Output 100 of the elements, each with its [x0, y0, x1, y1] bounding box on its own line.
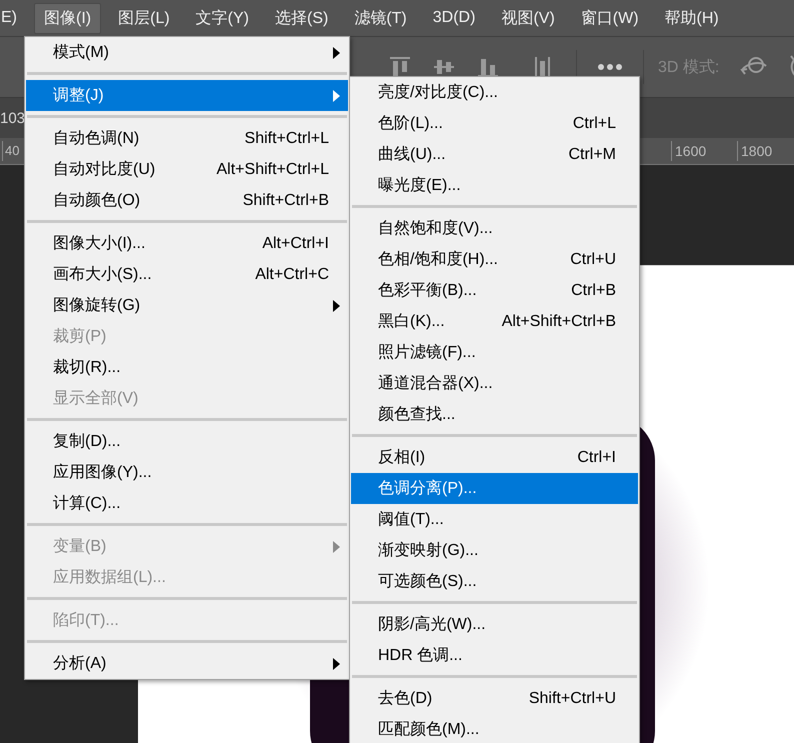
menu-item[interactable]: 色彩平衡(B)... Ctrl+B — [351, 275, 638, 306]
menu-item[interactable]: 图像旋转(G) — [26, 290, 348, 321]
menu-item-label: 渐变映射(G)... — [378, 540, 480, 561]
menu-item-label: 可选颜色(S)... — [378, 572, 478, 592]
menu-item-label: 照片滤镜(F)... — [378, 342, 477, 363]
menu-item[interactable]: 亮度/对比度(C)... — [351, 77, 638, 108]
menu-item-label: 变量(B) — [53, 536, 108, 557]
submenu-arrow-icon — [333, 90, 340, 102]
menu-item-label: 通道混合器(X)... — [378, 374, 494, 394]
submenu-arrow-icon — [333, 658, 340, 670]
menu-item[interactable]: 照片滤镜(F)... — [351, 337, 638, 368]
menu-item-label: 匹配颜色(M)... — [378, 720, 480, 740]
menu-bar-item[interactable]: 视图(V) — [492, 4, 564, 32]
menu-item[interactable]: 曝光度(E)... — [351, 170, 638, 201]
menu-item[interactable]: 可选颜色(S)... — [351, 566, 638, 597]
shortcut-label: Ctrl+I — [577, 448, 616, 466]
shortcut-label: Alt+Ctrl+I — [262, 234, 329, 252]
shortcut-label: Ctrl+L — [572, 114, 616, 132]
menu-bar-item[interactable]: 帮助(H) — [656, 4, 728, 32]
menu-item[interactable]: 阈值(T)... — [351, 504, 638, 535]
menu-item-label: 计算(C)... — [53, 494, 122, 514]
menu-item[interactable]: 计算(C)... — [26, 488, 348, 519]
menu-item-label: HDR 色调... — [378, 646, 464, 666]
menu-item-label: 裁剪(P) — [53, 326, 108, 347]
menu-item-label: 色彩平衡(B)... — [378, 281, 478, 301]
menu-item-label: 裁切(R)... — [53, 358, 122, 378]
menu-item-label: 自然饱和度(V)... — [378, 218, 494, 239]
menu-item-label: 去色(D) — [378, 688, 434, 709]
menu-item-label: 黑白(K)... — [378, 312, 446, 332]
align-top-icon[interactable] — [388, 56, 412, 78]
menu-item[interactable]: 自动颜色(O) Shift+Ctrl+B — [26, 185, 348, 216]
menu-item[interactable]: 画布大小(S)... Alt+Ctrl+C — [26, 259, 348, 290]
shortcut-label: Shift+Ctrl+U — [528, 690, 616, 708]
menu-item-label: 应用数据组(L)... — [53, 568, 167, 588]
menu-item[interactable]: 反相(I) Ctrl+I — [351, 442, 638, 473]
shortcut-label: Ctrl+M — [568, 146, 616, 164]
menu-bar-item[interactable]: 图层(L) — [109, 4, 179, 32]
menu-item-label: 反相(I) — [378, 448, 426, 468]
menu-item-label: 画布大小(S)... — [53, 264, 153, 285]
menu-item[interactable]: 图像大小(I)... Alt+Ctrl+I — [26, 228, 348, 259]
shortcut-label: Ctrl+B — [571, 282, 616, 300]
menu-item-label: 阈值(T)... — [378, 510, 445, 530]
menu-item[interactable]: 黑白(K)... Alt+Shift+Ctrl+B — [351, 306, 638, 337]
menu-item[interactable]: 自动色调(N) Shift+Ctrl+L — [26, 123, 348, 154]
menu-bar-item[interactable]: 滤镜(T) — [345, 4, 416, 32]
menu-item-label: 图像大小(I)... — [53, 234, 146, 254]
menu-item[interactable]: 去色(D) Shift+Ctrl+U — [351, 683, 638, 714]
menu-item-label: 色调分离(P)... — [378, 478, 478, 499]
menu-item[interactable]: 通道混合器(X)... — [351, 368, 638, 399]
menu-item[interactable]: 自动对比度(U) Alt+Shift+Ctrl+L — [26, 154, 348, 185]
menu-item[interactable]: 分析(A) — [26, 648, 348, 679]
menu-item-label: 色相/饱和度(H)... — [378, 250, 499, 270]
menu-bar-item[interactable]: E) — [0, 5, 26, 31]
menu-item-label: 分析(A) — [53, 654, 108, 674]
menu-item-label: 亮度/对比度(C)... — [378, 82, 499, 103]
menu-bar-item[interactable]: 3D(D) — [424, 5, 484, 31]
menu-item[interactable]: 调整(J) — [26, 80, 348, 111]
menu-item-label: 应用图像(Y)... — [53, 462, 153, 483]
menu-item[interactable]: 自然饱和度(V)... — [351, 213, 638, 244]
menu-item-label: 显示全部(V) — [53, 388, 140, 409]
menu-bar-item[interactable]: 文字(Y) — [186, 4, 258, 32]
menu-item[interactable]: 匹配颜色(M)... — [351, 714, 638, 743]
menu-item-label: 颜色查找... — [378, 404, 456, 425]
menu-item-label: 调整(J) — [53, 86, 105, 106]
menu-bar-item[interactable]: 窗口(W) — [572, 4, 648, 32]
menu-item[interactable]: 色阶(L)... Ctrl+L — [351, 108, 638, 139]
menu-bar-item[interactable]: 选择(S) — [266, 4, 338, 32]
shortcut-label: Ctrl+U — [570, 250, 616, 268]
menu-item[interactable]: 颜色查找... — [351, 399, 638, 430]
menu-item[interactable]: 裁切(R)... — [26, 352, 348, 383]
shortcut-label: Alt+Shift+Ctrl+B — [502, 312, 616, 330]
menu-item[interactable]: 模式(M) — [26, 37, 348, 68]
menu-item-label: 复制(D)... — [53, 432, 122, 452]
submenu-arrow-icon — [333, 300, 340, 312]
document-tab[interactable]: 103 — [0, 104, 26, 132]
menu-item-label: 自动色调(N) — [53, 129, 140, 149]
menu-item[interactable]: 阴影/高光(W)... — [351, 609, 638, 640]
ruler-label: 1600 — [671, 141, 706, 161]
submenu-arrow-icon — [333, 46, 340, 58]
shortcut-label: Shift+Ctrl+L — [244, 130, 329, 148]
menu-item-label: 自动颜色(O) — [53, 190, 142, 211]
menu-item[interactable]: 色调分离(P)... — [351, 473, 638, 504]
menu-item[interactable]: 复制(D)... — [26, 426, 348, 457]
menu-item[interactable]: 应用图像(Y)... — [26, 457, 348, 488]
submenu-arrow-icon — [333, 540, 340, 552]
shortcut-label: Alt+Ctrl+C — [255, 266, 329, 284]
menu-item-label: 色阶(L)... — [378, 114, 444, 134]
more-icon[interactable] — [597, 63, 623, 71]
menu-item[interactable]: 渐变映射(G)... — [351, 535, 638, 566]
menu-item-label: 曲线(U)... — [378, 144, 447, 165]
shortcut-label: Shift+Ctrl+B — [242, 192, 329, 210]
menu-item[interactable]: 曲线(U)... Ctrl+M — [351, 139, 638, 170]
menu-bar-item[interactable]: 图像(I) — [34, 2, 102, 34]
ruler-label: 1800 — [737, 141, 772, 161]
shortcut-label: Alt+Shift+Ctrl+L — [216, 160, 329, 178]
menu-item-label: 曝光度(E)... — [378, 176, 462, 196]
menu-item[interactable]: HDR 色调... — [351, 640, 638, 671]
menu-item[interactable]: 色相/饱和度(H)... Ctrl+U — [351, 244, 638, 275]
menu-item-label: 自动对比度(U) — [53, 160, 156, 180]
menu-item-label: 陷印(T)... — [53, 610, 120, 631]
